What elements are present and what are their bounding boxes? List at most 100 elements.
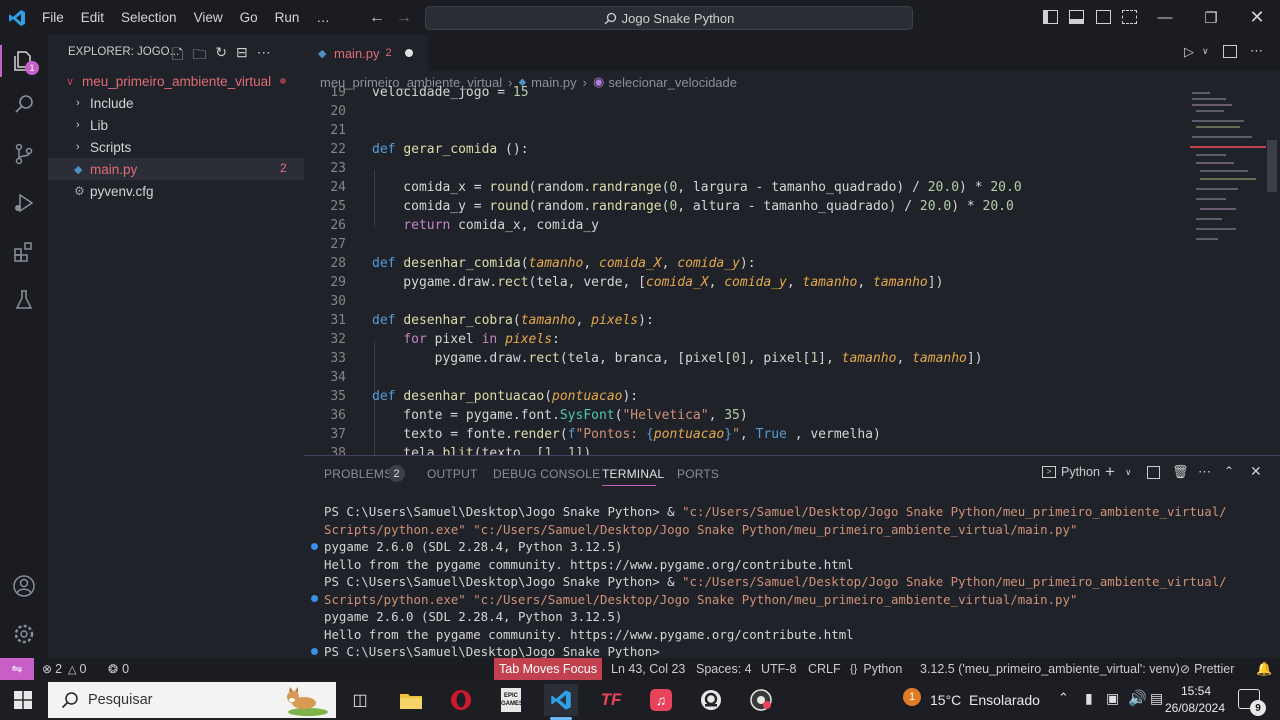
clock-date[interactable]: 26/08/2024 (1157, 701, 1233, 715)
tab-debug-console[interactable]: DEBUG CONSOLE (493, 467, 600, 481)
tree-item-lib[interactable]: › Lib (48, 114, 304, 136)
usb-drive-icon[interactable]: ▮ (1085, 690, 1093, 707)
minimap[interactable] (1190, 90, 1266, 250)
tab-moves-focus[interactable]: Tab Moves Focus (494, 658, 602, 680)
prohibited-icon: ⊘ (1180, 662, 1191, 676)
run-file-icon[interactable]: ▷ (1184, 44, 1194, 60)
tree-item-scripts[interactable]: › Scripts (48, 136, 304, 158)
epic-games-icon[interactable]: EPIC GAMES (494, 684, 528, 716)
volume-icon[interactable]: 🔊 (1128, 689, 1147, 707)
tab-main-py[interactable]: ◆ main.py 2 (304, 35, 428, 71)
line-number: 31 (330, 313, 346, 328)
show-hidden-icons-icon[interactable]: ⌃ (1058, 690, 1069, 706)
command-center-search[interactable]: Jogo Snake Python (425, 6, 913, 30)
settings-gear-icon[interactable] (12, 622, 36, 646)
tf-app-icon[interactable]: TF (594, 684, 628, 716)
tree-root-folder[interactable]: ∨ meu_primeiro_ambiente_virtual (48, 70, 304, 92)
back-arrow-icon[interactable]: ← (369, 9, 385, 27)
language-mode[interactable]: {} Python (850, 658, 902, 680)
unsaved-dot-icon[interactable] (404, 49, 413, 57)
menu-more[interactable]: … (316, 10, 330, 25)
collapse-all-icon[interactable]: ⊟ (236, 44, 248, 68)
code-editor[interactable]: 19 velocidade_jogo = 15 20 21 22 def gerar… (304, 83, 1184, 455)
toggle-secondary-sidebar-icon[interactable] (1096, 10, 1111, 24)
opera-icon[interactable] (444, 684, 478, 716)
menu-selection[interactable]: Selection (121, 10, 177, 25)
split-editor-icon[interactable] (1223, 45, 1237, 58)
customize-layout-icon[interactable] (1122, 10, 1137, 24)
ports-status[interactable]: ❂ 0 (108, 658, 129, 680)
terminal-line: Hello from the pygame community. https:/… (324, 626, 854, 643)
tab-ports[interactable]: PORTS (677, 467, 719, 481)
tab-terminal[interactable]: TERMINAL (602, 467, 664, 481)
clock-time[interactable]: 15:54 (1170, 684, 1222, 698)
split-terminal-icon[interactable] (1147, 466, 1160, 479)
prettier-status[interactable]: ⊘ Prettier (1180, 658, 1234, 680)
new-file-icon[interactable]: 🗋 (172, 44, 183, 68)
terminal-output[interactable]: PS C:\Users\Samuel\Desktop\Jogo Snake Py… (304, 503, 1280, 659)
new-folder-icon[interactable]: 🗀 (192, 44, 206, 68)
terminal-line: PS C:\Users\Samuel\Desktop\Jogo Snake Py… (324, 503, 1227, 520)
obs-recording-icon[interactable] (744, 684, 778, 716)
extensions-icon[interactable] (12, 240, 36, 264)
tree-item-include[interactable]: › Include (48, 92, 304, 114)
menu-file[interactable]: File (42, 10, 64, 25)
tab-output[interactable]: OUTPUT (427, 467, 478, 481)
toggle-panel-icon[interactable] (1069, 10, 1084, 24)
maximize-panel-icon[interactable]: ⌃ (1224, 464, 1234, 478)
tiktok-icon[interactable]: ♫ (644, 684, 678, 716)
menu-edit[interactable]: Edit (81, 10, 104, 25)
close-icon[interactable]: ✕ (1234, 0, 1280, 35)
indentation[interactable]: Spaces: 4 (696, 658, 752, 680)
task-view-icon[interactable]: ◫ (343, 684, 377, 716)
minimize-icon[interactable]: — (1142, 0, 1188, 35)
chevron-down-icon: ∨ (66, 75, 75, 88)
new-terminal-plus-icon[interactable]: + (1105, 462, 1115, 482)
close-panel-icon[interactable]: ✕ (1250, 463, 1262, 480)
steam-like-icon[interactable] (694, 684, 728, 716)
forward-arrow-icon[interactable]: → (396, 9, 412, 27)
windows-start-icon[interactable] (14, 691, 32, 709)
display-icon[interactable]: ▣ (1106, 690, 1119, 707)
run-debug-icon[interactable] (12, 191, 36, 215)
testing-flask-icon[interactable] (12, 288, 36, 312)
weather-badge[interactable]: 1 (903, 688, 921, 706)
tree-item-pyvenv[interactable]: ⚙ pyvenv.cfg (48, 180, 304, 202)
tab-problems[interactable]: PROBLEMS (324, 467, 392, 481)
accounts-icon[interactable] (12, 574, 36, 598)
terminal-selector[interactable]: > Python (1042, 465, 1100, 479)
code-line: 24 comida_x = round(random.randrange(0, … (304, 178, 1184, 197)
chevron-down-icon[interactable]: ∨ (1125, 467, 1132, 478)
scrollbar-thumb[interactable] (1267, 140, 1277, 192)
search-icon[interactable] (12, 93, 36, 117)
command-status-dot (311, 543, 318, 550)
tree-item-main-py[interactable]: ◆ main.py 2 (48, 158, 304, 180)
source-control-icon[interactable] (12, 142, 36, 166)
file-explorer-icon[interactable] (394, 684, 428, 716)
encoding[interactable]: UTF-8 (761, 658, 796, 680)
more-actions-icon[interactable]: ⋯ (257, 44, 271, 68)
menu-run[interactable]: Run (275, 10, 300, 25)
code-line: 28 def desenhar_comida(tamanho, comida_X,… (304, 254, 1184, 273)
restore-icon[interactable]: ❐ (1188, 0, 1234, 35)
problems-status[interactable]: ⊗ 2 △ 0 (42, 658, 86, 680)
bell-icon[interactable]: 🔔 (1256, 658, 1272, 680)
more-actions-icon[interactable]: ⋯ (1198, 464, 1211, 480)
python-interpreter[interactable]: 3.12.5 ('meu_primeiro_ambiente_virtual':… (920, 658, 1180, 680)
menu-view[interactable]: View (194, 10, 223, 25)
line-number: 26 (330, 218, 346, 233)
refresh-icon[interactable]: ↻ (215, 44, 227, 68)
toggle-sidebar-icon[interactable] (1043, 10, 1058, 24)
taskbar-search[interactable]: Pesquisar (48, 682, 336, 718)
menu-go[interactable]: Go (240, 10, 258, 25)
more-actions-icon[interactable]: ⋯ (1250, 43, 1263, 59)
windows-taskbar: Pesquisar ◫ EPIC GAMES TF ♫ 1 15°C Ensola… (0, 680, 1280, 720)
remote-indicator-icon[interactable]: ⇋ (0, 658, 34, 680)
chevron-right-icon: › (76, 119, 80, 131)
trash-icon[interactable]: 🗑 (1172, 464, 1189, 480)
cursor-position[interactable]: Ln 43, Col 23 (611, 658, 685, 680)
chevron-down-icon[interactable]: ∨ (1202, 46, 1209, 57)
vscode-taskbar-icon[interactable] (544, 684, 578, 716)
weather-text[interactable]: 15°C Ensolarado (930, 692, 1040, 708)
line-endings[interactable]: CRLF (808, 658, 841, 680)
